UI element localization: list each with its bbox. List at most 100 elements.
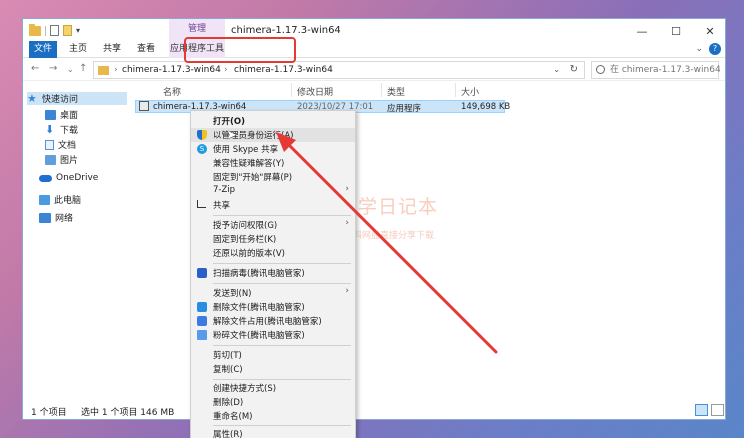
search-input[interactable] [610,63,720,77]
menu-item-label: 兼容性疑难解答(Y) [213,159,285,169]
minimize-button[interactable]: — [625,19,659,43]
menu-item-label: 打开(O) [213,117,245,127]
sidebar-item-onedrive[interactable]: OneDrive [39,173,98,183]
status-bar: 1 个项目 选中 1 个项目 146 MB [23,401,725,419]
menu-item-properties[interactable]: 属性(R) [191,427,355,438]
share-icon [197,200,206,208]
refresh-icon[interactable]: ↻ [570,64,578,75]
sidebar-item-label: OneDrive [56,173,99,183]
sidebar-item-downloads[interactable]: ⬇ 下载 ✦ [45,123,140,137]
menu-item-label: 复制(C) [213,365,243,375]
sidebar-item-label: 快速访问 [42,95,79,105]
column-header-name[interactable]: 名称 [163,85,181,98]
menu-item-troubleshoot-compat[interactable]: 兼容性疑难解答(Y) [191,156,355,170]
sidebar-item-documents[interactable]: 文档 ✦ [45,138,140,151]
menu-separator [213,283,351,284]
menu-item-skype-share[interactable]: S 使用 Skype 共享 [191,142,355,156]
properties-icon[interactable] [50,25,59,36]
menu-item-label: 属性(R) [213,430,243,438]
menu-item-run-as-admin[interactable]: 以管理员身份运行(A) [191,128,355,142]
maximize-button[interactable]: ☐ [659,19,693,43]
this-pc-icon [39,194,50,205]
pc-manager-delete-icon [197,302,207,312]
column-header-size[interactable]: 大小 [461,85,479,98]
menu-item-unlock-file-pcm[interactable]: 解除文件占用(腾讯电脑管家) [191,314,355,328]
sidebar-item-quick-access[interactable]: ★ 快速访问 [27,92,127,105]
column-divider[interactable] [381,83,382,97]
menu-item-scan-virus[interactable]: 扫描病毒(腾讯电脑管家) [191,266,355,280]
sidebar-item-this-pc[interactable]: 此电脑 [39,193,81,206]
menu-item-label: 7-Zip [213,185,236,195]
star-icon: ★ [27,91,37,105]
details-view-icon[interactable] [695,404,708,416]
window-controls: — ☐ ✕ [625,19,725,43]
back-icon[interactable]: ← [31,63,39,74]
menu-item-send-to[interactable]: 发送到(N) › [191,286,355,300]
menu-item-label: 授予访问权限(G) [213,221,278,231]
menu-separator [213,345,351,346]
folder-icon [29,23,41,36]
close-button[interactable]: ✕ [693,19,725,43]
menu-separator [213,425,351,426]
breadcrumb-item-current[interactable]: chimera-1.17.3-win64 [234,65,333,75]
menu-item-delete[interactable]: 删除(D) [191,395,355,409]
menu-item-pin-to-start[interactable]: 固定到"开始"屏幕(P) [191,170,355,184]
onedrive-icon [39,174,52,182]
skype-icon: S [197,144,207,154]
menu-item-create-shortcut[interactable]: 创建快捷方式(S) [191,381,355,395]
menu-item-label: 剪切(T) [213,351,242,361]
menu-item-pin-to-taskbar[interactable]: 固定到任务栏(K) [191,232,355,246]
sidebar-item-label: 此电脑 [54,196,82,206]
tab-home[interactable]: 主页 [69,41,87,58]
menu-item-label: 固定到"开始"屏幕(P) [213,173,293,183]
ribbon-tabs: 文件 主页 共享 查看 应用程序工具 ⌄ ? [23,41,725,58]
sidebar-item-desktop[interactable]: 桌面 ✦ [45,108,140,121]
menu-item-share[interactable]: 共享 [191,198,355,212]
column-divider[interactable] [291,83,292,97]
menu-item-rename[interactable]: 重命名(M) [191,409,355,423]
sidebar-item-network[interactable]: 网络 [39,211,73,224]
chevron-down-icon[interactable]: ▾ [76,26,80,35]
menu-separator [213,379,351,380]
title-bar: ▾ 管理 chimera-1.17.3-win64 — ☐ ✕ [23,19,725,43]
menu-item-cut[interactable]: 剪切(T) [191,348,355,362]
address-bar[interactable]: › chimera-1.17.3-win64 › chimera-1.17.3-… [93,61,585,79]
menu-item-copy[interactable]: 复制(C) [191,362,355,376]
ribbon-expand-icon[interactable]: ⌄ [695,44,703,54]
tab-file[interactable]: 文件 [29,41,57,58]
menu-item-label: 使用 Skype 共享 [213,145,279,155]
sidebar-item-pictures[interactable]: 图片 ✦ [45,153,140,166]
column-header-type[interactable]: 类型 [387,85,405,98]
tab-view[interactable]: 查看 [137,41,155,58]
large-icons-view-icon[interactable] [711,404,724,416]
up-icon[interactable]: ↑ [79,63,87,74]
help-icon[interactable]: ? [709,43,721,55]
menu-item-7zip[interactable]: 7-Zip › [191,184,355,198]
address-dropdown-icon[interactable]: ⌄ [553,65,560,74]
menu-item-shred-file-pcm[interactable]: 粉碎文件(腾讯电脑管家) [191,328,355,342]
menu-item-label: 解除文件占用(腾讯电脑管家) [213,317,322,327]
sidebar-item-label: 桌面 [60,111,79,121]
column-divider[interactable] [455,83,456,97]
file-explorer-window: ▾ 管理 chimera-1.17.3-win64 — ☐ ✕ 文件 主页 共享… [22,18,726,420]
menu-item-restore-previous[interactable]: 还原以前的版本(V) [191,246,355,260]
recent-locations-icon[interactable]: ⌄ [67,65,74,74]
breadcrumb-item[interactable]: chimera-1.17.3-win64 [122,65,221,75]
forward-icon[interactable]: → [49,63,57,74]
search-box[interactable] [591,61,720,79]
column-header-modified[interactable]: 修改日期 [297,85,333,98]
menu-item-give-access[interactable]: 授予访问权限(G) › [191,218,355,232]
breadcrumb-separator-icon: › [224,65,228,75]
menu-item-open[interactable]: 打开(O) [191,114,355,128]
application-icon [139,101,149,111]
new-folder-icon[interactable] [63,25,72,36]
sidebar-item-label: 图片 [60,156,79,166]
sidebar-item-label: 下载 [60,126,79,136]
menu-item-label: 粉碎文件(腾讯电脑管家) [213,331,305,341]
menu-item-delete-file-pcm[interactable]: 删除文件(腾讯电脑管家) [191,300,355,314]
submenu-arrow-icon: › [345,218,349,228]
menu-item-label: 创建快捷方式(S) [213,384,277,394]
navigation-pane: ★ 快速访问 桌面 ✦ ⬇ 下载 ✦ 文档 ✦ 图片 ✦ OneDrive [23,83,140,401]
tab-share[interactable]: 共享 [103,41,121,58]
breadcrumb-separator-icon: › [114,65,118,75]
